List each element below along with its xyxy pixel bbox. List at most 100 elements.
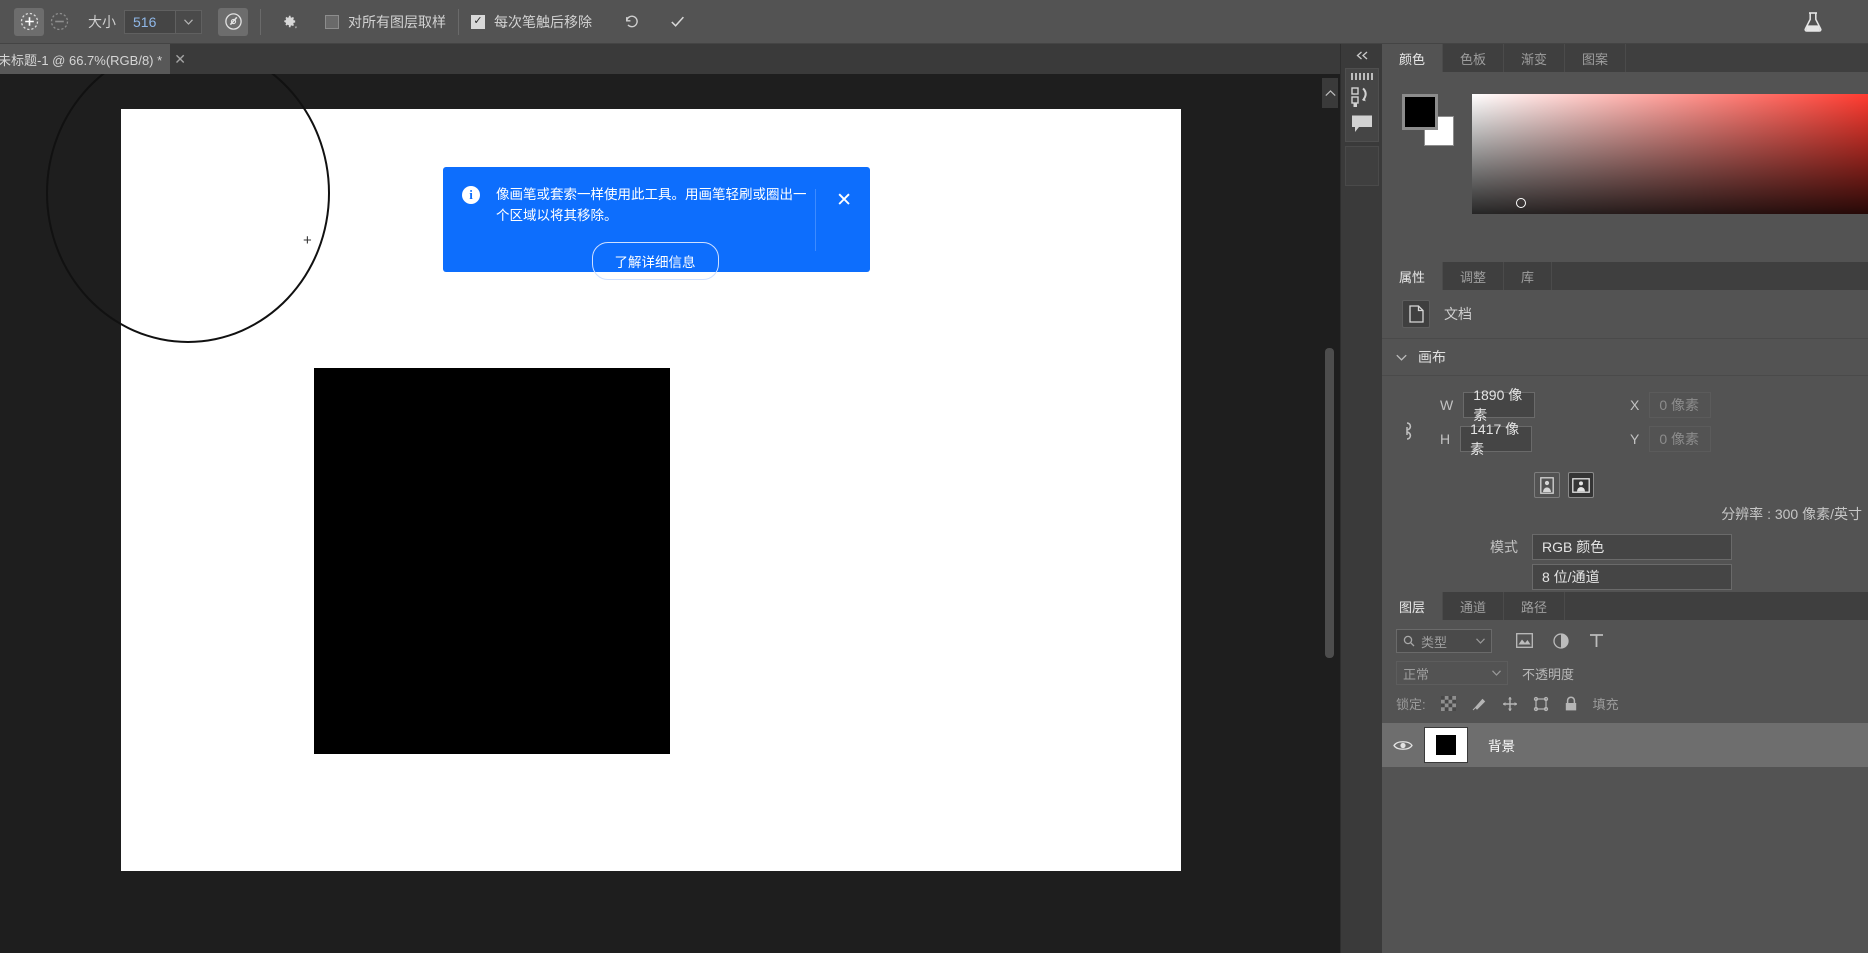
mode-row: 模式 RGB 颜色: [1382, 534, 1868, 560]
image-filter-icon[interactable]: [1516, 633, 1533, 649]
drag-handle[interactable]: [1351, 73, 1373, 80]
text-filter-icon[interactable]: [1589, 633, 1604, 649]
tab-properties[interactable]: 属性: [1382, 262, 1444, 290]
canvas-area[interactable]: + i 像画笔或套索一样使用此工具。用画笔轻刷或圈出一个区域以将其移除。 了解详…: [0, 74, 1380, 953]
toast-message: 像画笔或套索一样使用此工具。用画笔轻刷或圈出一个区域以将其移除。: [496, 187, 807, 223]
properties-panel-tabs: 属性 调整 库: [1382, 262, 1868, 290]
chevron-down-icon: [1396, 354, 1407, 361]
gear-icon[interactable]: [273, 8, 303, 36]
foreground-color-swatch[interactable]: [1402, 94, 1438, 130]
tab-layers[interactable]: 图层: [1382, 592, 1444, 620]
tab-libraries[interactable]: 库: [1504, 262, 1553, 290]
color-panel-tabs: 颜色 色板 渐变 图案: [1382, 44, 1868, 72]
history-icon[interactable]: [1350, 86, 1374, 108]
color-picker-handle[interactable]: [1516, 198, 1526, 208]
adjustment-filter-icon[interactable]: [1553, 633, 1569, 649]
document-label: 文档: [1444, 306, 1472, 322]
properties-panel: 文档 画布 W 1890 像素 X 0 像素 H 1417 像素 Y 0 像素 …: [1382, 290, 1868, 634]
layer-row[interactable]: 背景: [1382, 723, 1868, 767]
color-panel: [1382, 72, 1868, 262]
height-input[interactable]: 1417 像素: [1460, 421, 1533, 457]
canvas-section-header[interactable]: 画布: [1382, 338, 1868, 376]
foreground-background-swatches[interactable]: [1402, 94, 1456, 146]
lock-artboard-icon[interactable]: [1533, 696, 1549, 712]
collapsed-panel-dock: [1340, 44, 1382, 953]
document-tab-title: 未标题-1 @ 66.7%(RGB/8) *: [0, 52, 163, 68]
learn-more-button[interactable]: 了解详细信息: [591, 242, 719, 280]
lock-all-icon[interactable]: [1564, 696, 1578, 712]
size-input[interactable]: 516: [124, 9, 176, 34]
tab-adjustments[interactable]: 调整: [1443, 262, 1505, 290]
depth-select[interactable]: 8 位/通道: [1532, 564, 1732, 590]
eye-icon[interactable]: [1382, 739, 1424, 752]
x-input[interactable]: 0 像素: [1649, 392, 1712, 418]
dock-group-2[interactable]: [1345, 146, 1379, 186]
tab-gradients[interactable]: 渐变: [1504, 44, 1566, 72]
chevron-down-icon: [1476, 638, 1485, 644]
close-icon[interactable]: ✕: [174, 51, 186, 68]
undo-icon[interactable]: [616, 8, 646, 36]
layer-thumbnail: [1424, 727, 1468, 763]
lock-position-icon[interactable]: [1502, 696, 1518, 712]
width-label: W: [1440, 397, 1454, 413]
tab-patterns[interactable]: 图案: [1565, 44, 1627, 72]
sample-all-layers-label: 对所有图层取样: [348, 13, 446, 30]
tab-swatches[interactable]: 色板: [1443, 44, 1505, 72]
vertical-scrollbar[interactable]: [1325, 348, 1334, 658]
layer-filter-row: 类型: [1382, 620, 1868, 653]
delete-after-stroke-checkbox[interactable]: ✓ 每次笔触后移除: [471, 12, 592, 32]
link-icon[interactable]: [1400, 420, 1414, 442]
document-tab[interactable]: 未标题-1 @ 66.7%(RGB/8) * ✕: [0, 44, 186, 74]
lock-row: 锁定: 填充: [1382, 685, 1868, 713]
mode-label: 模式: [1490, 539, 1518, 555]
brush-angle-icon[interactable]: [218, 7, 248, 36]
height-label: H: [1440, 431, 1451, 447]
divider: [458, 8, 459, 35]
tab-paths[interactable]: 路径: [1504, 592, 1566, 620]
close-icon[interactable]: ✕: [836, 191, 852, 210]
options-bar: 大小 516 对所有图层取样 ✓ 每次笔触后移除: [0, 0, 1868, 44]
sample-all-layers-checkbox[interactable]: 对所有图层取样: [325, 12, 446, 32]
layer-filter-label: 类型: [1421, 634, 1448, 650]
fill-label: 填充: [1592, 697, 1619, 712]
chevron-down-icon[interactable]: [176, 9, 202, 34]
comment-icon[interactable]: [1350, 114, 1374, 134]
dock-group-history: [1345, 68, 1379, 142]
document-tab-strip: 未标题-1 @ 66.7%(RGB/8) * ✕: [0, 44, 1380, 74]
layers-panel: 图层 通道 路径 类型 正常 不透明度 锁定: 填充 背景: [1382, 592, 1868, 953]
divider: [815, 189, 816, 251]
chevron-up-icon[interactable]: [1322, 78, 1338, 108]
lock-label: 锁定:: [1396, 697, 1426, 712]
width-row: W 1890 像素: [1440, 387, 1536, 423]
height-row: H 1417 像素: [1440, 421, 1533, 457]
tab-color[interactable]: 颜色: [1382, 44, 1444, 72]
brush-subtract-icon[interactable]: [44, 8, 74, 36]
brush-add-icon[interactable]: [14, 7, 44, 36]
right-panel-dock: 颜色 色板 渐变 图案 属性 调整 库 文档 画布 W 1890 像素 X 0 …: [1382, 44, 1868, 953]
blend-mode-select[interactable]: 正常: [1396, 661, 1508, 685]
layer-filter-select[interactable]: 类型: [1396, 629, 1492, 653]
collapse-right-icon[interactable]: [1341, 44, 1383, 66]
checkmark-icon[interactable]: [662, 8, 692, 36]
depth-row: 8 位/通道: [1382, 564, 1868, 590]
document-icon: [1402, 300, 1430, 328]
tab-channels[interactable]: 通道: [1443, 592, 1505, 620]
layers-panel-tabs: 图层 通道 路径: [1382, 592, 1868, 620]
width-input[interactable]: 1890 像素: [1463, 387, 1536, 423]
canvas-section-label: 画布: [1418, 349, 1446, 365]
y-input[interactable]: 0 像素: [1649, 426, 1712, 452]
color-ramp[interactable]: [1472, 94, 1868, 214]
orientation-portrait-icon[interactable]: [1534, 472, 1560, 498]
x-label: X: [1630, 397, 1640, 413]
orientation-landscape-icon[interactable]: [1568, 472, 1594, 498]
lock-image-icon[interactable]: [1471, 696, 1487, 712]
resolution-row: 分辨率 : 300 像素/英寸: [1721, 506, 1862, 522]
mode-select[interactable]: RGB 颜色: [1532, 534, 1732, 560]
checkbox-box-checked: ✓: [471, 14, 485, 29]
blend-mode-row: 正常 不透明度: [1382, 653, 1868, 685]
opacity-label: 不透明度: [1522, 666, 1575, 682]
flask-icon[interactable]: [1798, 8, 1828, 36]
lock-transparency-icon[interactable]: [1440, 696, 1456, 711]
chevron-down-icon: [1492, 670, 1501, 676]
y-label: Y: [1630, 431, 1640, 447]
